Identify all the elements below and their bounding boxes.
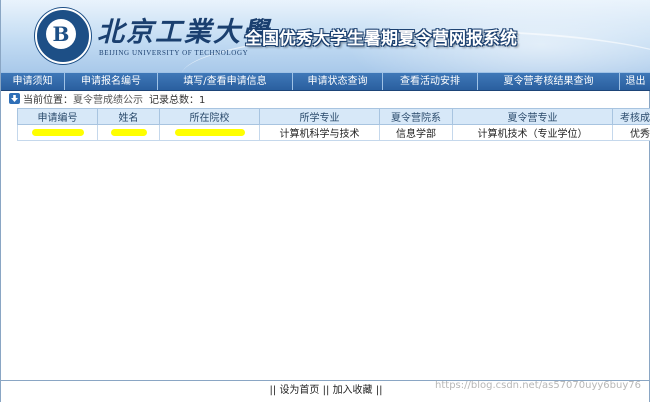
system-title: 全国优秀大学生暑期夏令营网报系统 xyxy=(245,29,517,49)
logo-letter: B xyxy=(52,22,70,46)
column-header-application-id: 申请编号 xyxy=(17,108,98,125)
university-name-en: BEIJING UNIVERSITY OF TECHNOLOGY xyxy=(99,49,249,57)
record-count: 记录总数：1 xyxy=(149,94,206,106)
university-logo: B xyxy=(35,8,91,64)
location-value: 夏令营成绩公示 xyxy=(73,94,143,106)
table-header-row: 申请编号 姓名 所在院校 所学专业 夏令营院系 夏令营专业 考核成绩 xyxy=(17,108,650,125)
nav-item-fill-view-application[interactable]: 填写/查看申请信息 xyxy=(158,73,293,90)
nav-item-logout[interactable]: 退出 xyxy=(620,73,650,90)
results-table: 申请编号 姓名 所在院校 所学专业 夏令营院系 夏令营专业 考核成绩 xyxy=(17,108,650,141)
add-favorite-link[interactable]: 加入收藏 xyxy=(333,385,373,396)
nav-item-result-query[interactable]: 夏令营考核结果查询 xyxy=(478,73,620,90)
page: B 北京工業大學 BEIJING UNIVERSITY OF TECHNOLOG… xyxy=(0,0,650,402)
header-banner: B 北京工業大學 BEIJING UNIVERSITY OF TECHNOLOG… xyxy=(1,0,650,72)
cell-school xyxy=(159,124,260,141)
redaction-mark xyxy=(110,128,147,136)
column-header-camp-major: 夏令营专业 xyxy=(452,108,613,125)
footer-separator: || xyxy=(269,385,277,396)
set-homepage-link[interactable]: 设为首页 xyxy=(279,385,319,396)
location-label: 当前位置： xyxy=(23,94,73,106)
watermark-text: https://blog.csdn.net/as57070uyy6buy76 xyxy=(435,380,641,391)
nav-item-instructions[interactable]: 申请须知 xyxy=(1,73,65,90)
cell-name xyxy=(97,124,160,141)
nav-item-application-number[interactable]: 申请报名编号 xyxy=(65,73,158,90)
column-header-camp-dept: 夏令营院系 xyxy=(379,108,453,125)
cell-camp-major: 计算机技术（专业学位） xyxy=(452,124,613,141)
main-nav: 申请须知 申请报名编号 填写/查看申请信息 申请状态查询 查看活动安排 夏令营考… xyxy=(1,72,650,91)
cell-application-id xyxy=(17,124,98,141)
footer-separator: || xyxy=(375,385,383,396)
column-header-school: 所在院校 xyxy=(159,108,260,125)
nav-item-status-query[interactable]: 申请状态查询 xyxy=(293,73,383,90)
location-bar: 当前位置： 夏令营成绩公示 记录总数：1 xyxy=(5,91,645,106)
footer-separator: || xyxy=(322,385,330,396)
column-header-score: 考核成绩 xyxy=(612,108,650,125)
cell-score: 优秀 xyxy=(612,124,650,141)
table-row: 计算机科学与技术 信息学部 计算机技术（专业学位） 优秀 xyxy=(17,124,650,141)
column-header-major: 所学专业 xyxy=(259,108,380,125)
cell-major: 计算机科学与技术 xyxy=(259,124,380,141)
column-header-name: 姓名 xyxy=(97,108,160,125)
arrow-down-icon xyxy=(9,92,20,104)
cell-camp-dept: 信息学部 xyxy=(379,124,453,141)
redaction-mark xyxy=(31,128,84,136)
redaction-mark xyxy=(174,128,245,136)
nav-item-activity-schedule[interactable]: 查看活动安排 xyxy=(383,73,478,90)
